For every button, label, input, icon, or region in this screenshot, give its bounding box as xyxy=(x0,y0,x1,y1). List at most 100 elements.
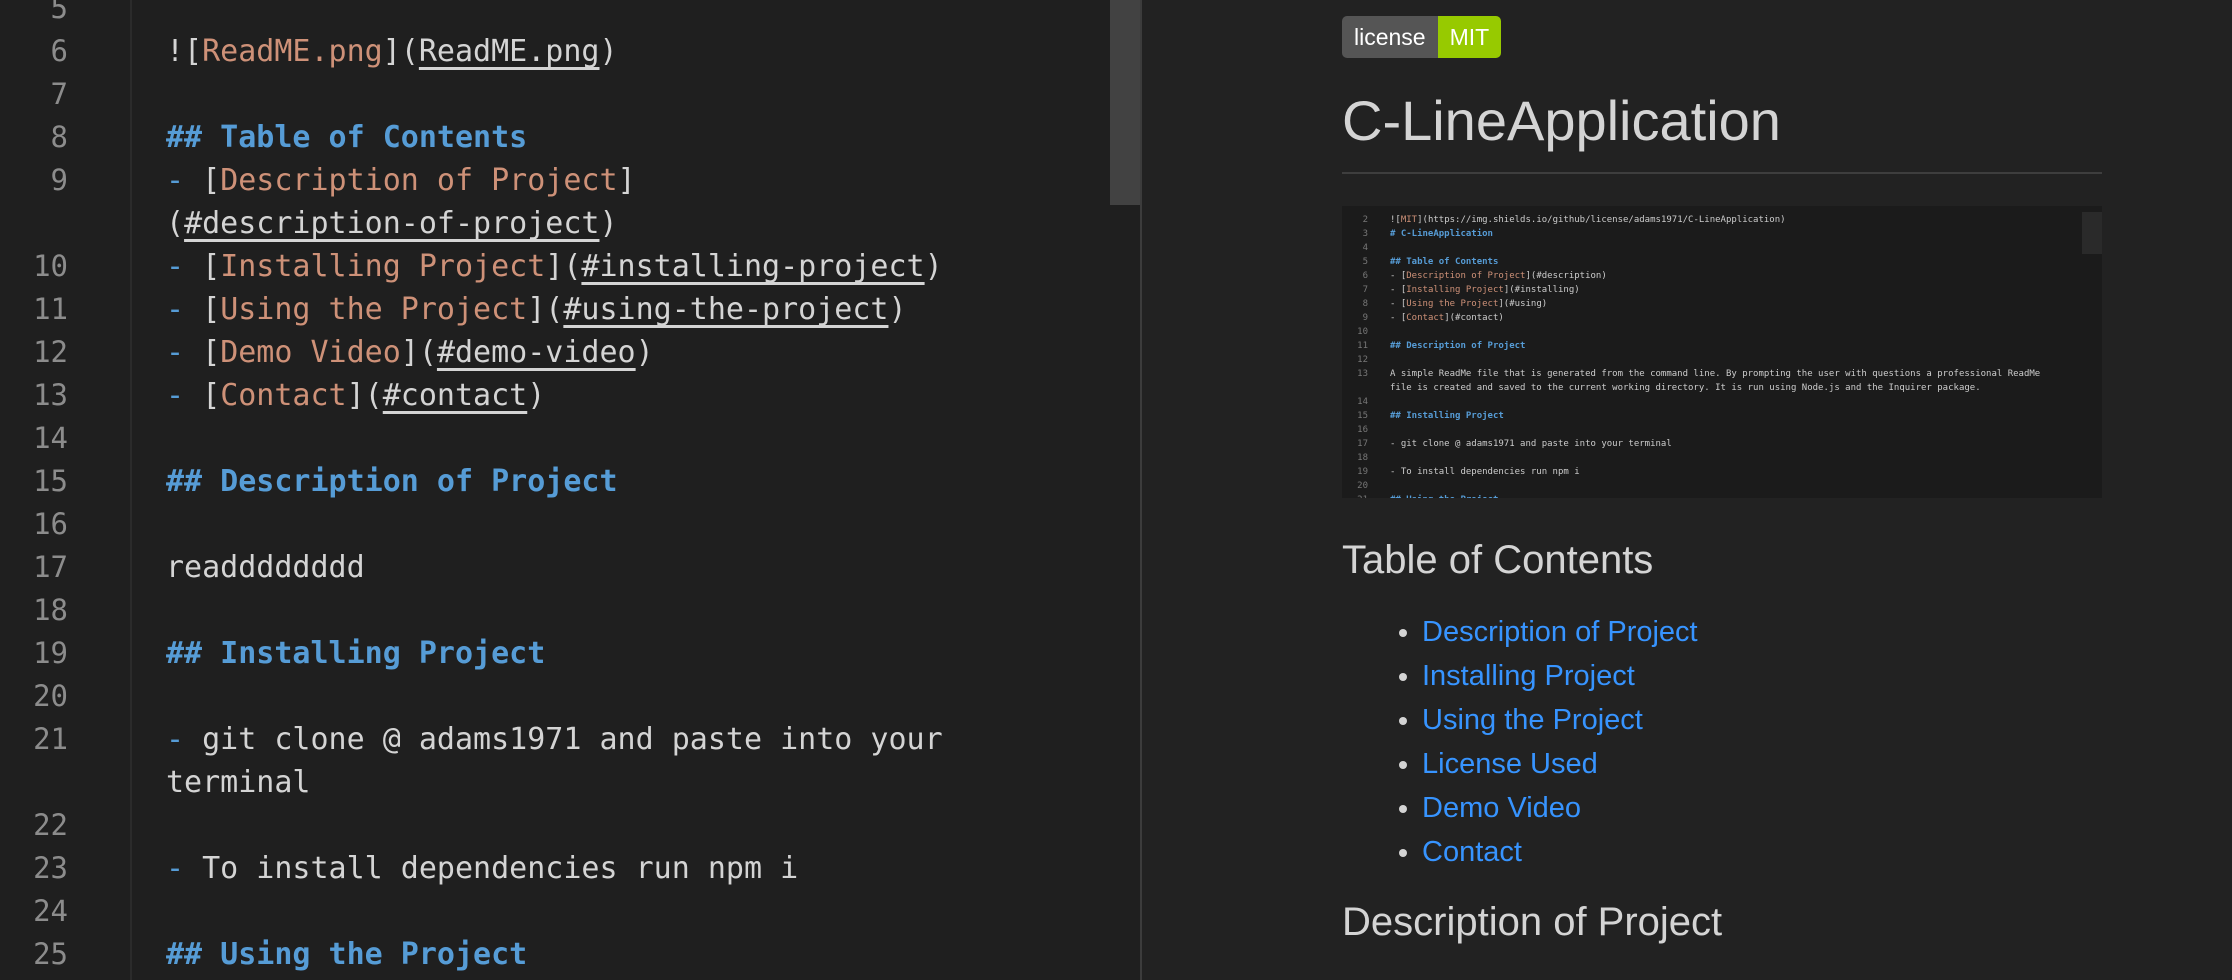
screenshot-code-line: ## Description of Project xyxy=(1390,339,1525,353)
code-token: ## Installing Project xyxy=(166,636,546,671)
code-line[interactable]: - To install dependencies run npm i xyxy=(166,847,798,890)
editor-scrollbar-thumb[interactable] xyxy=(1110,0,1140,205)
screenshot-code-line: ![MIT](https://img.shields.io/github/lic… xyxy=(1390,213,1786,227)
code-token: ) xyxy=(888,292,907,327)
code-token: - xyxy=(166,722,203,757)
code-token: ) xyxy=(924,249,943,284)
title-divider xyxy=(1342,172,2102,174)
screenshot-token: - [ xyxy=(1390,271,1407,281)
screenshot-token: ## Installing Project xyxy=(1390,411,1504,421)
line-number: 20 xyxy=(33,679,68,713)
code-line[interactable]: ## Table of Contents xyxy=(166,116,527,159)
line-number: 14 xyxy=(33,421,68,455)
screenshot-code-line: A simple ReadMe file that is generated f… xyxy=(1390,367,2040,381)
code-line[interactable]: - [Installing Project](#installing-proje… xyxy=(166,245,943,288)
code-token: - xyxy=(166,378,203,413)
code-line[interactable]: (#description-of-project) xyxy=(166,202,618,245)
code-token: - xyxy=(166,851,203,886)
screenshot-line-number: 5 xyxy=(1362,257,1368,267)
code-token: Demo Video xyxy=(220,335,401,370)
screenshot-token: ## Table of Contents xyxy=(1390,257,1499,267)
screenshot-token: Installing Project xyxy=(1406,285,1504,295)
code-token: ]( xyxy=(346,378,383,413)
code-token: Description of Project xyxy=(220,163,618,198)
code-line[interactable]: - [Description of Project] xyxy=(166,159,636,202)
indent-guide xyxy=(130,0,132,980)
screenshot-code-line: # C-LineApplication xyxy=(1390,227,1493,241)
code-token: ReadME.png xyxy=(418,34,600,69)
code-token: ) xyxy=(599,206,618,241)
code-token: [ xyxy=(202,249,221,284)
code-line[interactable]: ## Installing Project xyxy=(166,632,545,675)
readme-screenshot-image: 2 ![MIT](https://img.shields.io/github/li… xyxy=(1342,206,2102,498)
badge-label: license xyxy=(1342,16,1438,58)
toc-link[interactable]: Demo Video xyxy=(1422,792,1581,824)
toc-item: License Used xyxy=(1422,742,1698,786)
code-token: - xyxy=(166,335,203,370)
screenshot-token: - [ xyxy=(1390,299,1407,309)
code-line[interactable]: ## Description of Project xyxy=(166,460,618,503)
code-token: ) xyxy=(527,378,546,413)
screenshot-code-line: - git clone @ adams1971 and paste into y… xyxy=(1390,437,1672,451)
screenshot-code-line: - [Description of Project](#description) xyxy=(1390,269,1607,283)
line-number: 13 xyxy=(33,378,68,412)
markdown-editor[interactable]: 5 6 ![ReadME.png](ReadME.png) 7 8 ## Table of… xyxy=(0,0,1110,980)
toc-link[interactable]: Contact xyxy=(1422,836,1522,868)
screenshot-line-number: 10 xyxy=(1357,327,1368,337)
screenshot-line-number: 8 xyxy=(1362,299,1368,309)
screenshot-line-number: 14 xyxy=(1357,397,1368,407)
screenshot-token: MIT xyxy=(1400,215,1418,225)
code-token: - xyxy=(166,249,203,284)
code-token: #installing-project xyxy=(581,249,925,284)
toc-item: Description of Project xyxy=(1422,610,1698,654)
screenshot-line-number: 17 xyxy=(1357,439,1368,449)
toc-link[interactable]: Description of Project xyxy=(1422,616,1698,648)
line-number: 10 xyxy=(33,249,68,283)
code-token: ]( xyxy=(382,34,419,69)
code-line[interactable]: - [Demo Video](#demo-video) xyxy=(166,331,654,374)
markdown-preview: license MIT C-LineApplication 2 ![MIT](ht… xyxy=(1142,0,2232,980)
code-token: ( xyxy=(166,206,185,241)
code-token: ]( xyxy=(545,249,582,284)
screenshot-token: - [ xyxy=(1390,313,1407,323)
code-line[interactable]: - [Using the Project](#using-the-project… xyxy=(166,288,907,331)
code-line[interactable]: readddddddd xyxy=(166,546,365,589)
toc-link[interactable]: Installing Project xyxy=(1422,660,1635,692)
toc-link[interactable]: License Used xyxy=(1422,748,1598,780)
screenshot-line-number: 7 xyxy=(1362,285,1368,295)
code-line[interactable]: ## Using the Project xyxy=(166,933,527,976)
code-token: ![ xyxy=(166,34,203,69)
badge-value: MIT xyxy=(1437,16,1502,58)
line-number: 7 xyxy=(50,77,68,111)
code-line[interactable]: ![ReadME.png](ReadME.png) xyxy=(166,30,618,73)
line-number: 5 xyxy=(50,0,68,25)
screenshot-code-line: - [Installing Project](#installing) xyxy=(1390,283,1580,297)
screenshot-code-line: file is created and saved to the current… xyxy=(1390,381,1981,395)
code-token: [ xyxy=(202,335,221,370)
screenshot-token: Description of Project xyxy=(1406,271,1526,281)
line-number: 6 xyxy=(50,34,68,68)
toc-link[interactable]: Using the Project xyxy=(1422,704,1643,736)
screenshot-line-number: 9 xyxy=(1362,313,1368,323)
code-token: - xyxy=(166,292,203,327)
line-number: 16 xyxy=(33,507,68,541)
code-token: [ xyxy=(202,378,221,413)
toc-item: Contact xyxy=(1422,830,1698,874)
screenshot-code-line: ## Installing Project xyxy=(1390,409,1504,423)
code-line[interactable]: terminal xyxy=(166,761,311,804)
license-badge[interactable]: license MIT xyxy=(1342,16,1502,58)
toc-item: Installing Project xyxy=(1422,654,1698,698)
line-number: 23 xyxy=(33,851,68,885)
description-heading: Description of Project xyxy=(1342,900,1723,944)
code-line[interactable]: - [Contact](#contact) xyxy=(166,374,545,417)
screenshot-token: ## Description of Project xyxy=(1390,341,1526,351)
code-token: #description-of-project xyxy=(184,206,600,241)
toc-heading: Table of Contents xyxy=(1342,538,1654,582)
screenshot-line-number: 11 xyxy=(1357,341,1368,351)
code-line[interactable]: - git clone @ adams1971 and paste into y… xyxy=(166,718,943,761)
code-token: ReadME.png xyxy=(202,34,383,69)
screenshot-token: ](#contact) xyxy=(1444,313,1504,323)
code-token: ## Table of Contents xyxy=(166,120,528,155)
screenshot-code-line: ## Table of Contents xyxy=(1390,255,1498,269)
code-token: [ xyxy=(202,163,221,198)
